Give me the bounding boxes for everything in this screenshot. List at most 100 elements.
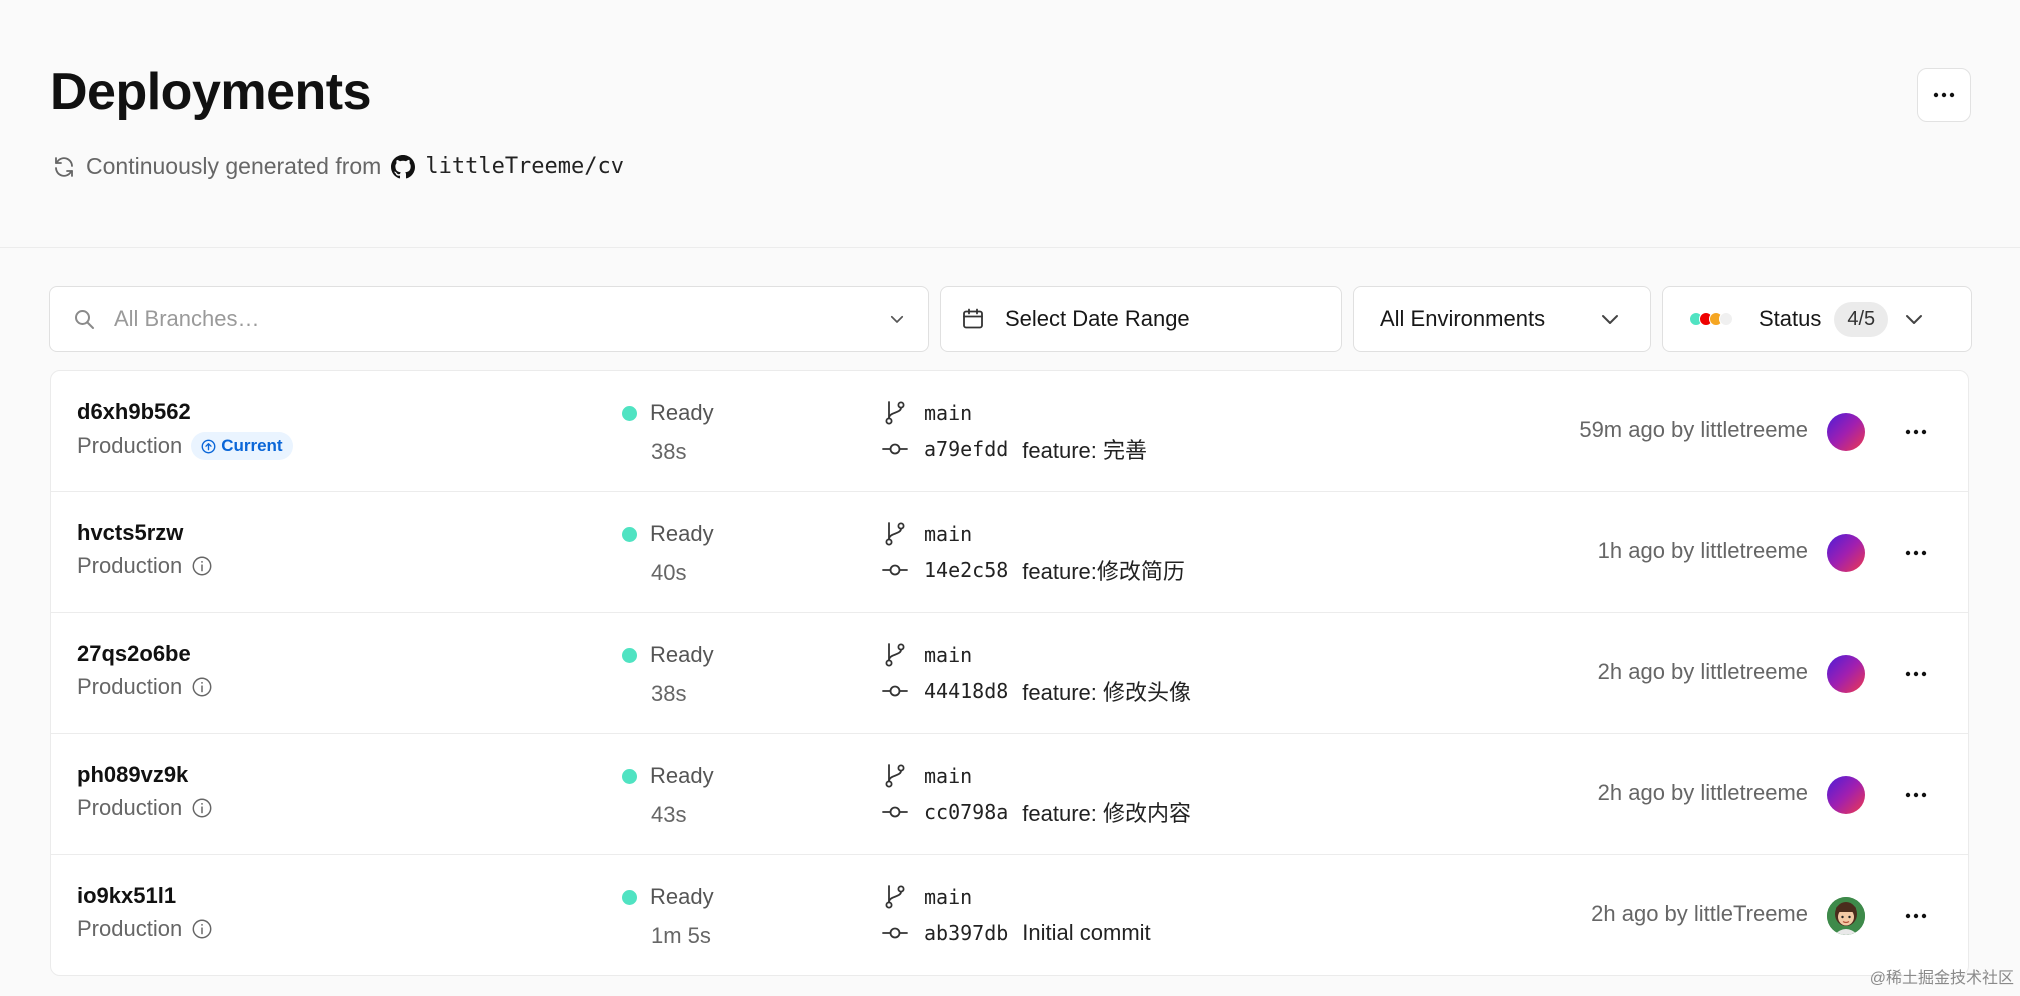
git-branch-icon [880,642,910,668]
deployment-id[interactable]: io9kx51l1 [77,883,176,909]
commit-hash[interactable]: ab397db [924,921,1008,945]
status-text: Ready [650,400,714,425]
deployment-meta: 2h ago by littleTreeme [1591,901,1808,926]
deployment-environment: Production [77,553,213,579]
page-title: Deployments [50,63,372,121]
status-dot-canceled [1719,312,1733,326]
repo-source: Continuously generated from littleTreeme… [52,153,624,180]
deployment-status: Ready 38s [622,642,714,707]
environment-name: Production [77,674,183,699]
branch-name[interactable]: main [924,522,972,546]
deployment-row[interactable]: d6xh9b562 Production Current Ready 38s m… [51,371,1968,492]
more-horizontal-icon [1905,429,1927,435]
deployment-status: Ready 38s [622,400,714,465]
info-icon[interactable] [191,555,213,577]
row-menu-button[interactable] [1902,539,1930,567]
deployment-row[interactable]: hvcts5rzw Production Ready 40s main 14e2… [51,492,1968,613]
git-commit-icon [880,563,910,577]
environment-name: Production [77,433,183,458]
avatar[interactable] [1827,776,1865,814]
commit-hash[interactable]: 14e2c58 [924,558,1008,582]
build-duration: 1m 5s [651,923,711,948]
environment-name: Production [77,553,183,578]
date-range-filter[interactable]: Select Date Range [940,286,1342,352]
github-icon [391,154,416,179]
git-info: main cc0798a feature: 修改内容 [880,761,1191,827]
git-branch-icon [880,884,910,910]
chevron-down-icon [888,310,906,328]
row-menu-button[interactable] [1902,660,1930,688]
deployment-id[interactable]: hvcts5rzw [77,520,183,546]
branch-name[interactable]: main [924,764,972,788]
branch-name[interactable]: main [924,643,972,667]
deployment-id[interactable]: d6xh9b562 [77,399,191,425]
status-filter[interactable]: Status 4/5 [1662,286,1972,352]
branch-filter[interactable]: All Branches… [49,286,929,352]
commit-message: feature: 修改内容 [1022,801,1192,826]
info-icon[interactable] [191,918,213,940]
refresh-icon [52,155,76,179]
current-badge-label: Current [221,436,283,455]
git-branch-icon [880,763,910,789]
info-icon[interactable] [191,797,213,819]
commit-hash[interactable]: cc0798a [924,800,1008,824]
more-horizontal-icon [1905,913,1927,919]
deployment-row[interactable]: 27qs2o6be Production Ready 38s main 4441… [51,613,1968,734]
deployment-meta: 1h ago by littletreeme [1597,538,1808,563]
watermark: @稀土掘金技术社区 [1869,970,2014,987]
chevron-down-icon [1902,307,1926,331]
deployment-environment: Production [77,795,213,821]
repo-link[interactable]: littleTreeme/cv [425,154,624,179]
commit-message: Initial commit [1022,920,1151,945]
deployment-id[interactable]: ph089vz9k [77,762,188,788]
build-duration: 38s [651,681,687,706]
git-info: main 44418d8 feature: 修改头像 [880,640,1191,706]
environment-name: Production [77,795,183,820]
branch-name[interactable]: main [924,885,972,909]
deployment-environment: Production Current [77,432,293,460]
deployment-meta: 59m ago by littletreeme [1579,417,1808,442]
deployment-environment: Production [77,674,213,700]
deployment-meta: 2h ago by littletreeme [1597,659,1808,684]
environment-filter[interactable]: All Environments [1353,286,1651,352]
calendar-icon [961,307,985,331]
row-menu-button[interactable] [1902,418,1930,446]
branch-name[interactable]: main [924,401,972,425]
commit-hash[interactable]: 44418d8 [924,679,1008,703]
status-label: Status [1759,306,1822,331]
git-branch-icon [880,521,910,547]
status-text: Ready [650,521,714,546]
branch-filter-placeholder: All Branches… [114,306,260,331]
avatar[interactable] [1827,897,1865,935]
more-horizontal-icon [1905,671,1927,677]
avatar[interactable] [1827,534,1865,572]
git-commit-icon [880,442,910,456]
more-horizontal-icon [1905,792,1927,798]
deployment-row[interactable]: io9kx51l1 Production Ready 1m 5s main ab… [51,855,1968,975]
ready-status-dot [622,405,637,421]
row-menu-button[interactable] [1902,781,1930,809]
ready-status-dot [622,647,637,663]
git-info: main a79efdd feature: 完善 [880,398,1147,464]
row-menu-button[interactable] [1902,902,1930,930]
ready-status-dot [622,526,637,542]
deployment-row[interactable]: ph089vz9k Production Ready 43s main cc07… [51,734,1968,855]
avatar[interactable] [1827,655,1865,693]
status-count-badge: 4/5 [1834,301,1889,337]
ready-status-dot [622,889,637,905]
ready-status-dot [622,768,637,784]
deployment-list: d6xh9b562 Production Current Ready 38s m… [50,370,1969,976]
info-icon[interactable] [191,676,213,698]
status-text: Ready [650,642,714,667]
avatar[interactable] [1827,413,1865,451]
build-duration: 43s [651,802,687,827]
build-duration: 38s [651,439,687,464]
deployment-id[interactable]: 27qs2o6be [77,641,191,667]
git-commit-icon [880,805,910,819]
page-menu-button[interactable] [1917,68,1971,122]
deployment-environment: Production [77,916,213,942]
environment-label: All Environments [1380,306,1546,331]
git-commit-icon [880,684,910,698]
commit-hash[interactable]: a79efdd [924,437,1008,461]
git-info: main 14e2c58 feature:修改简历 [880,519,1185,585]
